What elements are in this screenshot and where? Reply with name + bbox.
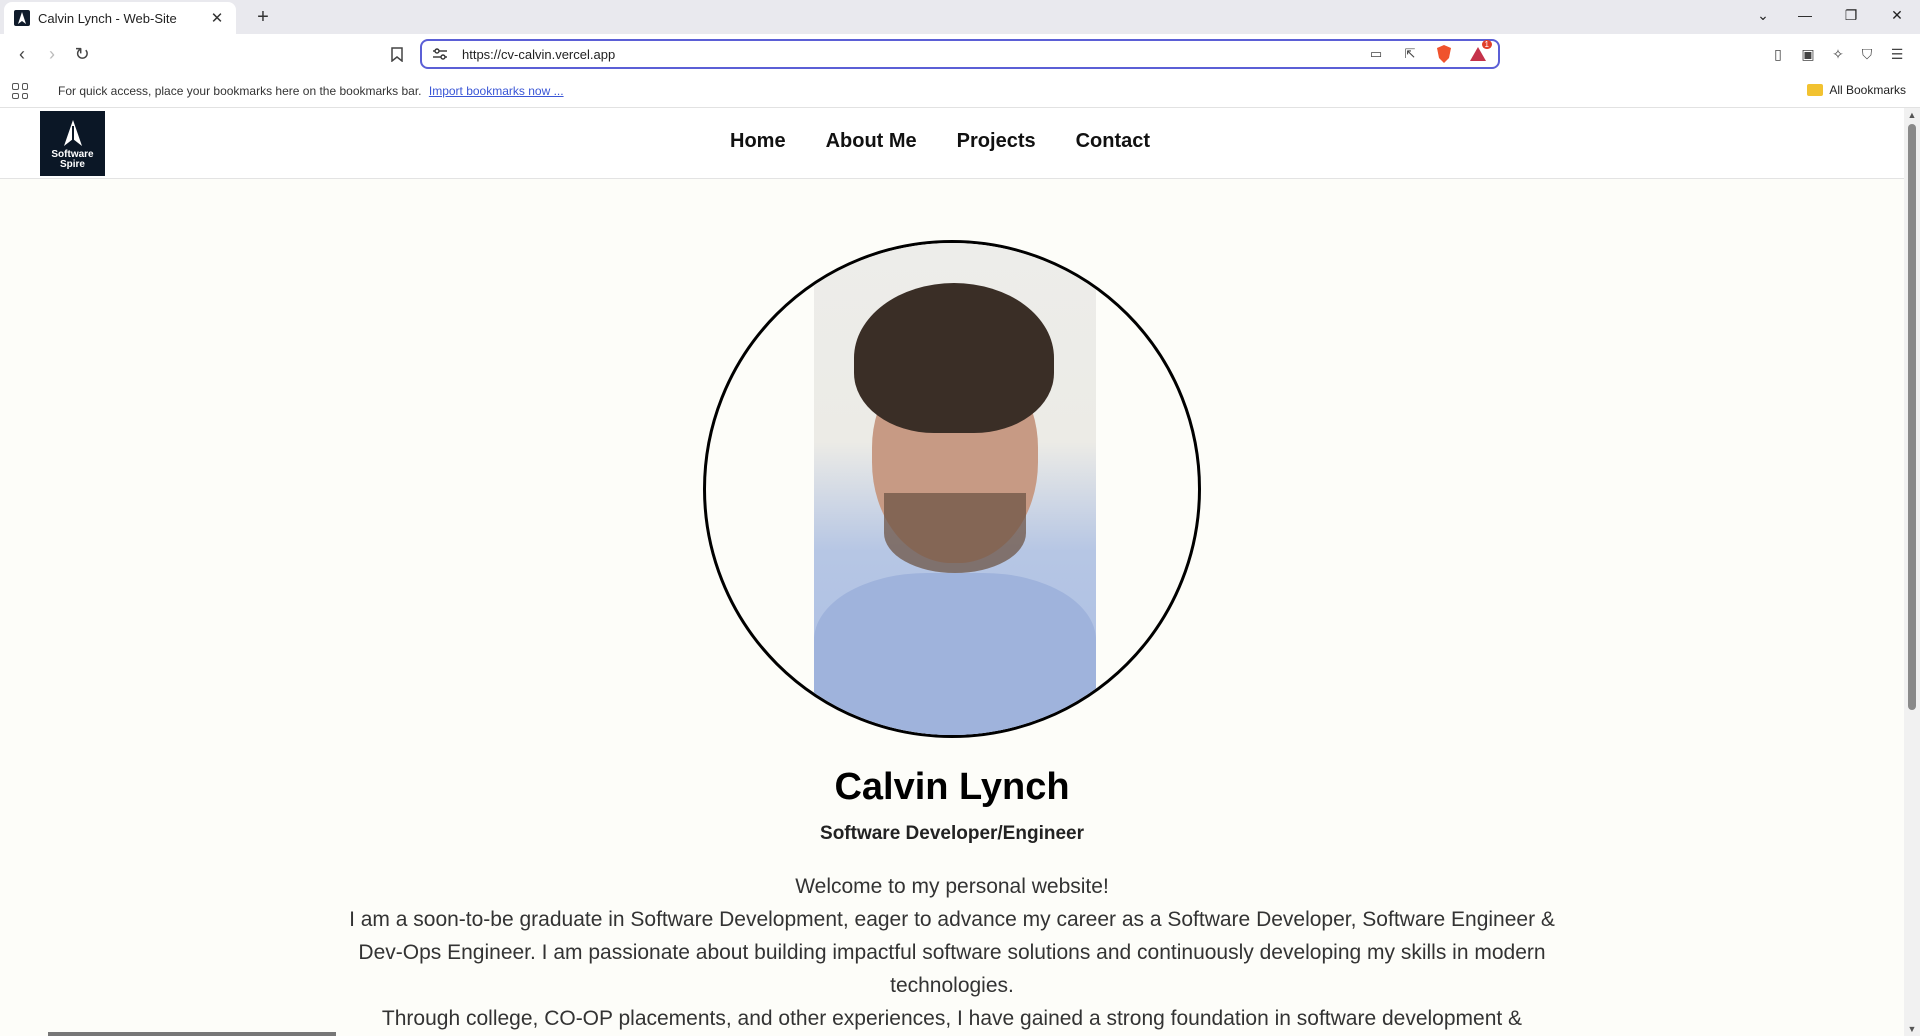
all-bookmarks-label: All Bookmarks [1829, 83, 1906, 97]
browser-tab[interactable]: Calvin Lynch - Web-Site ✕ [4, 2, 236, 34]
tab-strip: Calvin Lynch - Web-Site ✕ + ⌄ — ❐ ✕ [0, 0, 1920, 34]
bio-paragraph-intro: I am a soon-to-be graduate in Software D… [349, 908, 1555, 997]
wallet-icon[interactable]: ▣ [1796, 42, 1820, 66]
leo-ai-icon[interactable]: ✧ [1826, 42, 1850, 66]
brave-rewards-icon[interactable]: 1 [1468, 40, 1492, 64]
site-nav: Home About Me Projects Contact [730, 130, 1150, 153]
profile-name: Calvin Lynch [834, 766, 1070, 808]
apps-grid-icon[interactable] [12, 83, 28, 99]
nav-projects[interactable]: Projects [957, 130, 1036, 153]
profile-role: Software Developer/Engineer [820, 823, 1084, 844]
software-spire-logo[interactable]: Software Spire [40, 111, 105, 176]
nav-about-me[interactable]: About Me [826, 130, 917, 153]
share-icon[interactable]: ⇱ [1400, 44, 1420, 64]
web-page: Software Spire Home About Me Projects Co… [0, 108, 1904, 1036]
vpn-shield-icon[interactable]: ⛉ [1855, 42, 1879, 66]
bio-text: Welcome to my personal website! I am a s… [330, 870, 1574, 1035]
url-text: https://cv-calvin.vercel.app [462, 46, 616, 62]
address-bar[interactable]: https://cv-calvin.vercel.app ▭ ⇱ 1 [420, 39, 1500, 69]
browser-toolbar: ‹ › ↻ https://cv-calvin.vercel.app ▭ ⇱ 1… [0, 34, 1920, 74]
bio-paragraph-experience: Through college, CO-OP placements, and o… [381, 1007, 1523, 1030]
logo-text-line2: Spire [59, 159, 85, 170]
new-tab-button[interactable]: + [250, 4, 276, 30]
nav-home[interactable]: Home [730, 130, 786, 153]
rewards-badge: 1 [1481, 40, 1492, 49]
reload-button[interactable]: ↻ [68, 40, 96, 68]
menu-icon[interactable]: ☰ [1885, 42, 1909, 66]
bookmarks-bar: For quick access, place your bookmarks h… [0, 74, 1920, 108]
nav-contact[interactable]: Contact [1076, 130, 1150, 153]
scrollbar-thumb[interactable] [1908, 124, 1916, 710]
scroll-down-arrow-icon[interactable]: ▼ [1907, 1024, 1917, 1034]
bookmark-page-icon[interactable] [383, 40, 411, 68]
folder-icon [1807, 84, 1824, 96]
minimize-button[interactable]: — [1782, 0, 1828, 30]
site-favicon-icon [14, 10, 30, 26]
profile-photo-frame [703, 240, 1201, 738]
all-bookmarks-button[interactable]: All Bookmarks [1807, 83, 1906, 97]
cast-icon[interactable]: ▭ [1366, 44, 1386, 64]
scroll-up-arrow-icon[interactable]: ▲ [1907, 110, 1917, 120]
tab-search-chevron-icon[interactable]: ⌄ [1740, 0, 1786, 30]
profile-photo [814, 243, 1096, 735]
import-bookmarks-link[interactable]: Import bookmarks now ... [429, 84, 564, 98]
horizontal-scrollbar-thumb[interactable] [48, 1032, 336, 1036]
site-settings-icon[interactable] [432, 46, 448, 62]
sidebar-toggle-icon[interactable]: ▯ [1766, 42, 1790, 66]
site-header: Software Spire Home About Me Projects Co… [0, 108, 1904, 179]
back-button[interactable]: ‹ [8, 40, 36, 68]
tab-title: Calvin Lynch - Web-Site [38, 10, 177, 26]
restore-button[interactable]: ❐ [1828, 0, 1874, 30]
bookmarks-hint-text: For quick access, place your bookmarks h… [58, 84, 422, 98]
vertical-scrollbar[interactable]: ▲ ▼ [1904, 108, 1920, 1036]
tab-close-icon[interactable]: ✕ [208, 9, 226, 27]
forward-button[interactable]: › [38, 40, 66, 68]
spire-icon [63, 120, 82, 146]
close-window-button[interactable]: ✕ [1874, 0, 1920, 30]
bookmarks-hint: For quick access, place your bookmarks h… [58, 84, 564, 98]
bio-line-welcome: Welcome to my personal website! [795, 875, 1109, 898]
brave-shields-icon[interactable] [1434, 44, 1454, 64]
